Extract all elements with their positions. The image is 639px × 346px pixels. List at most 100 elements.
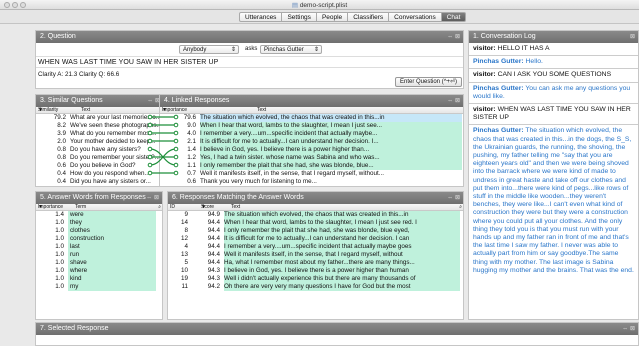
match-score: 94.9 [207,211,220,218]
table-row[interactable]: 1.4 were [36,211,162,219]
table-row[interactable]: 1.0 shave [36,259,162,267]
table-row[interactable]: 19 94.3 Well i didn't actually experience … [168,275,463,283]
table-row[interactable]: 11 94.2 Oh there are very very many questi… [168,283,463,291]
question-text: How do you respond when... [70,170,150,177]
table-row[interactable]: 79.2 What are your last memories o... [36,114,163,122]
table-row[interactable]: 9.0 When I hear that word, lambs to the s… [160,122,463,130]
speaker-name: visitor: [473,106,496,114]
column-text[interactable]: Text [231,204,240,211]
answer-words-header: 5. Answer Words from Responses ⇔ ⊠ [36,192,162,204]
response-text: Well it manifests itself, in the sense, … [200,170,384,177]
column-text[interactable]: Text [257,107,266,114]
search-icon[interactable]: ⌕ [158,204,161,211]
table-row[interactable]: 1.4 I believe in God, yes. I believe ther… [160,146,463,154]
importance-value: 1.1 [187,162,196,169]
table-row[interactable]: 79.6 The situation which evolved, the cha… [160,114,463,122]
importance-value: 1.2 [187,154,196,161]
term-text: clothes [68,227,156,235]
panel-controls-icon[interactable]: ⇔ ⊠ [447,192,460,204]
column-text[interactable]: Text [81,107,90,114]
response-id: 13 [180,251,188,258]
response-text: I remember a very....um...specific incid… [200,130,462,138]
table-row[interactable]: 0.8 Do you have any sisters? [36,146,163,154]
question-text: Did you have any sisters or... [70,178,151,185]
table-row[interactable]: 1.0 construction [36,235,162,243]
table-row[interactable]: 4.0 I remember a very....um...specific in… [160,130,463,138]
table-row[interactable]: 0.4 How do you respond when... [36,170,163,178]
table-row[interactable]: 8 94.4 I only remember the plait that she … [168,227,463,235]
panel-controls-icon[interactable]: ⇔ ⊠ [447,31,460,43]
panel-controls-icon[interactable]: ⇔ ⊠ [447,95,460,107]
speaker-select[interactable]: Anybody ⇕ [179,45,239,54]
table-row[interactable]: 4 94.4 I remember a very....um...specific … [168,243,463,251]
addressee-select[interactable]: Pinchas Gutter ⇕ [260,45,322,54]
table-row[interactable]: 8.2 We've seen these photographs... [36,122,163,130]
similarity-value: 0.6 [57,162,66,169]
column-term[interactable]: Term [75,204,86,211]
importance-value: 0.7 [187,170,196,177]
table-row[interactable]: 1.0 last [36,243,162,251]
panel-controls-icon[interactable]: ⇔ ⊠ [622,323,635,335]
table-row[interactable]: 1.0 kind [36,275,162,283]
panel-title: 3. Similar Questions [40,97,103,104]
search-icon[interactable]: ⌕ [459,204,462,211]
table-row[interactable]: 14 94.4 When I hear that word, lambs to th… [168,219,463,227]
response-id: 14 [180,219,188,226]
panel-controls-icon[interactable]: ⇔ ⊠ [146,192,159,204]
conversation-entry: visitor: HELLO IT HAS A [473,45,634,53]
table-row[interactable]: 0.6 Thank you very much for listening to … [160,178,463,186]
table-row[interactable]: 1.0 run [36,251,162,259]
conversation-entry: visitor: WHEN WAS LAST TIME YOU SAW IN H… [473,106,634,122]
similarity-value: 0.8 [57,154,66,161]
panel-title: 1. Conversation Log [473,33,536,40]
tab-utterances[interactable]: Utterances [239,12,283,22]
table-row[interactable]: 3.9 What do you remember most... [36,130,163,138]
table-row[interactable]: 1.0 where [36,267,162,275]
table-row[interactable]: 0.4 Did you have any sisters or... [36,178,163,186]
table-row[interactable]: 0.8 Do you remember your sister?... [36,154,163,162]
table-row[interactable]: 2.1 It is difficult for me to actually...… [160,138,463,146]
importance-value: 1.0 [55,235,64,242]
tab-classifiers[interactable]: Classifiers [348,12,390,22]
enter-question-button[interactable]: Enter Question (^+⏎) [395,77,463,87]
response-id: 9 [184,211,188,218]
speaker-name: visitor: [473,71,496,79]
importance-value: 4.0 [187,130,196,137]
column-importance[interactable]: Importance ▼ [162,107,187,114]
table-row[interactable]: 13 94.4 Well it manifests itself, in the s… [168,251,463,259]
table-row[interactable]: 1.0 they [36,219,162,227]
response-id: 10 [180,267,188,274]
table-row[interactable]: 9 94.9 The situation which evolved, the ch… [168,211,463,219]
table-row[interactable]: 1.1 I only remember the plait that she ha… [160,162,463,170]
utterance-text: WHEN WAS LAST TIME YOU SAW IN HER SISTER… [473,106,631,122]
table-row[interactable]: 10 94.3 I believe in God, yes. I believe t… [168,267,463,275]
column-similarity[interactable]: Similarity ▼ [38,107,58,114]
similar-questions-panel: 3. Similar Questions ⇔ ⊠ Similarity ▼ Tex… [35,94,164,187]
table-row[interactable]: 0.6 Do you believe in God? [36,162,163,170]
table-row[interactable]: 5 94.4 Ha, what I remember most about my f… [168,259,463,267]
match-score: 94.3 [207,275,220,282]
question-panel-header: 2. Question ⇔ ⊠ [36,31,463,43]
table-row[interactable]: 2.0 Your mother decided to keep... [36,138,163,146]
panel-controls-icon[interactable]: ⊠ [630,31,635,43]
term-text: kind [68,275,156,283]
question-input[interactable]: WHEN WAS LAST TIME YOU SAW IN HER SISTER… [36,56,463,68]
conversation-entry: Pinchas Gutter: Hello. [473,58,634,66]
tab-people[interactable]: People [316,12,349,22]
response-id: 8 [184,227,188,234]
column-id[interactable]: ID [170,204,175,211]
table-row[interactable]: 1.2 Yes, I had a twin sister. whose name … [160,154,463,162]
tab-chat[interactable]: Chat [441,12,467,22]
question-text: Your mother decided to keep... [70,138,156,145]
tab-conversations[interactable]: Conversations [389,12,442,22]
table-row[interactable]: 1.0 my [36,283,162,291]
match-score: 94.4 [207,235,220,242]
column-importance[interactable]: Importance ▼ [38,204,63,211]
column-score[interactable]: Score ▼ [201,204,214,211]
table-row[interactable]: 1.0 clothes [36,227,162,235]
panel-title: 4. Linked Responses [164,97,230,104]
match-score: 94.4 [207,227,220,234]
tab-settings[interactable]: Settings [282,12,317,22]
table-row[interactable]: 0.7 Well it manifests itself, in the sens… [160,170,463,178]
table-row[interactable]: 12 94.4 It is difficult for me to actually… [168,235,463,243]
